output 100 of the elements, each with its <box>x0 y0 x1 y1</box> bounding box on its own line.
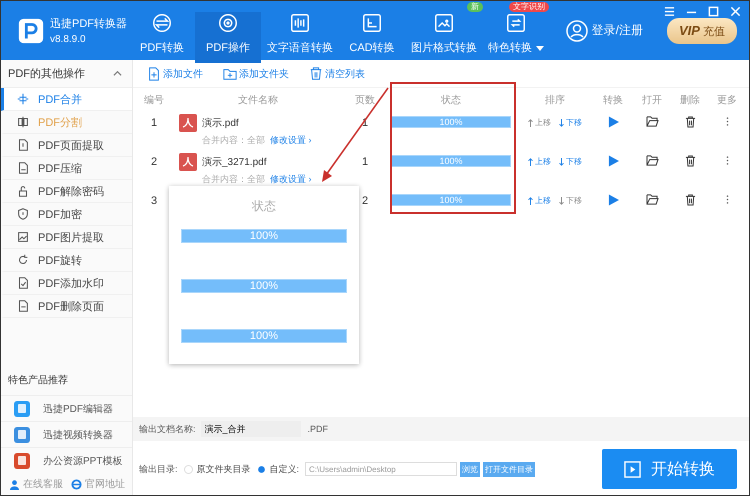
play-icon[interactable] <box>608 155 618 167</box>
badge: 新 <box>467 2 483 12</box>
rotate-icon <box>16 253 30 267</box>
arrow-up-icon <box>528 158 533 166</box>
column-header: 打开 <box>641 94 663 107</box>
radio-option[interactable]: 原文件夹目录 <box>184 462 251 476</box>
move-up-button[interactable]: 上移 <box>528 195 551 206</box>
toolbar-button[interactable]: 添加文件夹 <box>223 66 289 80</box>
person-icon <box>9 478 20 490</box>
trash-icon[interactable] <box>684 155 696 167</box>
nav-tab[interactable]: CAD转换 <box>339 12 405 63</box>
trash-icon[interactable] <box>684 194 696 206</box>
table-cell-text: 1 <box>150 117 158 129</box>
toolbar-button[interactable]: 添加文件 <box>147 66 203 80</box>
settings-link[interactable]: 修改设置 › <box>270 134 312 147</box>
sidebar-item[interactable]: PDF加密 <box>1 203 132 226</box>
output-path-field[interactable]: C:\Users\admin\Desktop <box>305 462 458 476</box>
progress-text: 100% <box>439 195 463 205</box>
folder-icon[interactable] <box>646 155 658 166</box>
split-icon <box>16 115 30 129</box>
table-cell-text: 3 <box>150 195 158 207</box>
radio-button[interactable] <box>258 466 264 472</box>
sidebar-item[interactable]: PDF解除密码 <box>1 180 132 203</box>
section-title: 特色产品推荐 <box>7 374 69 388</box>
menu-icon[interactable] <box>664 6 675 17</box>
play-icon[interactable] <box>608 116 618 128</box>
close-icon[interactable] <box>730 6 741 17</box>
product-item[interactable]: 迅捷视频转换器 <box>1 421 132 447</box>
move-up-button[interactable]: 上移 <box>528 156 551 167</box>
progress-text: 100% <box>250 330 278 342</box>
nav-tab[interactable]: PDF操作 <box>195 12 261 63</box>
document-icon <box>16 138 30 152</box>
refresh-icon <box>505 12 527 34</box>
app-logo-icon <box>17 16 45 44</box>
login-button[interactable]: 登录/注册 <box>566 20 643 42</box>
document-icon <box>16 161 30 175</box>
badge: 文字识别 <box>509 2 549 12</box>
progress-text: 100% <box>439 117 463 127</box>
column-header: 排序 <box>544 94 566 107</box>
arrow-up-icon <box>528 196 533 204</box>
swap-icon <box>151 12 173 34</box>
column-header: 编号 <box>143 94 165 107</box>
table-cell-text: 2 <box>360 195 370 207</box>
nav-tab[interactable]: 图片格式转换 <box>405 12 483 63</box>
move-down-button[interactable]: 下移 <box>559 117 582 128</box>
toolbar-button[interactable]: 清空列表 <box>309 66 365 80</box>
sidebar-item[interactable]: PDF合并 <box>1 88 132 111</box>
sidebar-item[interactable]: PDF删除页面 <box>1 295 132 318</box>
folder-icon[interactable] <box>646 194 658 205</box>
sidebar-item[interactable]: PDF图片提取 <box>1 226 132 249</box>
arrow-up-icon <box>528 118 533 126</box>
sidebar-item[interactable]: PDF旋转 <box>1 249 132 272</box>
progress-text: 100% <box>250 230 278 242</box>
arrow-down-icon <box>559 196 564 204</box>
footer-link[interactable]: 在线客服 <box>9 477 63 491</box>
table-cell-text: 2 <box>150 156 158 168</box>
start-button[interactable]: 开始转换 <box>602 449 737 489</box>
more-icon[interactable] <box>726 155 728 166</box>
maximize-icon[interactable] <box>708 6 719 17</box>
column-header: 删除 <box>679 94 701 107</box>
output-name-field[interactable]: 演示_合并 <box>200 421 301 437</box>
file-extension: .PDF <box>308 424 328 434</box>
nav-tab[interactable]: 文字语音转换 <box>261 12 339 63</box>
vip-button[interactable]: VIP 充值 <box>666 18 737 44</box>
folder-icon[interactable] <box>646 116 658 127</box>
nav-tab[interactable]: 特色转换 <box>483 12 549 63</box>
pdf-file-icon <box>179 153 197 171</box>
document-icon <box>16 276 30 290</box>
more-icon[interactable] <box>726 194 728 205</box>
progress-text: 100% <box>250 280 278 292</box>
sidebar-item[interactable]: PDF添加水印 <box>1 272 132 295</box>
radio-option[interactable]: 自定义: <box>256 462 300 476</box>
browse-button[interactable]: 浏览 <box>460 462 480 476</box>
footer-link[interactable]: 官网地址 <box>71 477 125 491</box>
product-item[interactable]: 迅捷PDF编辑器 <box>1 395 132 421</box>
merge-icon <box>16 92 30 106</box>
arrow-down-icon <box>559 158 564 166</box>
trash-icon[interactable] <box>684 116 696 128</box>
table-cell-text: 1 <box>360 156 370 168</box>
column-header: 文件名称 <box>237 94 279 107</box>
settings-link[interactable]: 修改设置 › <box>270 173 312 186</box>
merge-content-text: 合并内容：全部 <box>202 134 265 147</box>
document-icon <box>16 299 30 313</box>
image-icon <box>16 230 30 244</box>
sidebar-item[interactable]: PDF分割 <box>1 111 132 134</box>
nav-tab[interactable]: PDF转换 <box>129 12 195 63</box>
audio-wave-icon <box>289 12 311 34</box>
open-folder-button[interactable]: 打开文件目录 <box>483 462 536 476</box>
sidebar-item[interactable]: PDF页面提取 <box>1 134 132 157</box>
file-name: 演示_3271.pdf <box>202 156 266 169</box>
column-header: 转换 <box>602 94 624 107</box>
add-folder-icon <box>223 66 237 80</box>
play-icon[interactable] <box>608 194 618 206</box>
more-icon[interactable] <box>726 116 728 127</box>
output-name-label: 输出文档名称: <box>139 422 196 436</box>
sidebar-item[interactable]: PDF压缩 <box>1 157 132 180</box>
shield-icon <box>16 207 30 221</box>
move-down-button[interactable]: 下移 <box>559 156 582 167</box>
arrow-down-icon <box>559 118 564 126</box>
product-item[interactable]: 办公资源PPT模板 <box>1 447 132 473</box>
